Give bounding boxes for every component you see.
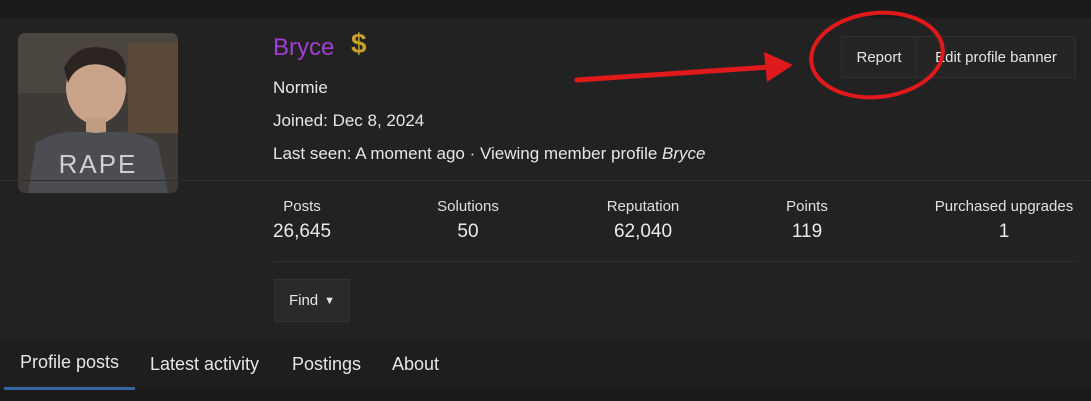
- stat-value: 119: [791, 221, 823, 242]
- last-seen-row: Last seen: A moment ago · Viewing member…: [273, 144, 706, 164]
- stat-label: Solutions: [437, 198, 499, 215]
- stat-purchased-upgrades[interactable]: Purchased upgrades 1: [924, 198, 1084, 243]
- joined-label: Joined:: [273, 111, 328, 130]
- stat-value: 26,645: [272, 221, 332, 242]
- top-strip: [0, 0, 1091, 18]
- caret-down-icon: ▼: [324, 294, 336, 307]
- last-seen-value: A moment ago · Viewing member profile: [355, 144, 658, 163]
- tab-latest-activity[interactable]: Latest activity: [150, 338, 259, 390]
- stat-solutions[interactable]: Solutions 50: [413, 198, 523, 243]
- stat-label: Points: [786, 198, 828, 215]
- username[interactable]: Bryce: [273, 34, 334, 62]
- stat-value: 1: [998, 221, 1010, 242]
- stat-label: Reputation: [606, 198, 680, 215]
- find-dropdown[interactable]: Find ▼: [274, 279, 350, 322]
- user-title: Normie: [273, 78, 328, 97]
- report-button[interactable]: Report: [841, 36, 917, 78]
- avatar[interactable]: RAPE: [18, 33, 178, 193]
- header-divider: [0, 180, 1091, 181]
- last-seen-target[interactable]: Bryce: [662, 144, 705, 163]
- stat-label: Posts: [283, 198, 321, 215]
- edit-profile-banner-button[interactable]: Edit profile banner: [917, 36, 1076, 78]
- dollar-icon: $: [351, 28, 367, 59]
- find-label: Find: [288, 292, 319, 309]
- avatar-shirt-text: RAPE: [59, 149, 138, 179]
- profile-actions: Report Edit profile banner: [841, 36, 1076, 78]
- stat-label: Purchased upgrades: [934, 198, 1074, 215]
- profile-tabs: Profile posts Latest activity Postings A…: [0, 338, 1091, 390]
- tab-about[interactable]: About: [392, 338, 439, 390]
- stat-value: 62,040: [613, 221, 673, 242]
- joined-row: Joined: Dec 8, 2024: [273, 111, 424, 131]
- avatar-photo: RAPE: [18, 33, 178, 193]
- stat-posts[interactable]: Posts 26,645: [257, 198, 347, 243]
- stats-divider: [273, 261, 1076, 262]
- last-seen-label: Last seen:: [273, 144, 352, 163]
- stat-points[interactable]: Points 119: [767, 198, 847, 243]
- joined-value: Dec 8, 2024: [332, 111, 425, 130]
- stat-value: 50: [457, 221, 479, 242]
- tab-postings[interactable]: Postings: [292, 338, 361, 390]
- tab-profile-posts[interactable]: Profile posts: [4, 338, 135, 390]
- stat-reputation[interactable]: Reputation 62,040: [583, 198, 703, 243]
